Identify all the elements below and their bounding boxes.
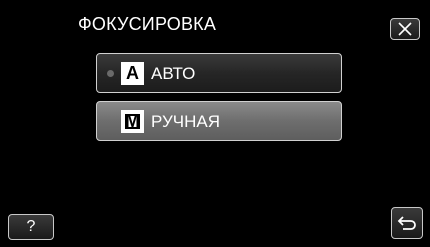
return-icon — [397, 216, 416, 230]
focus-auto-option[interactable]: A АВТО — [96, 53, 342, 93]
close-button[interactable] — [390, 18, 420, 40]
auto-mode-icon: A — [121, 62, 144, 85]
back-button[interactable] — [391, 207, 423, 239]
selection-indicator — [107, 70, 114, 77]
close-icon — [398, 22, 412, 36]
option-label-auto: АВТО — [151, 64, 196, 83]
manual-mode-icon: M — [121, 110, 144, 133]
help-button[interactable]: ? — [8, 214, 54, 240]
page-title: ФОКУСИРОВКА — [78, 14, 217, 34]
option-label-manual: РУЧНАЯ — [151, 112, 220, 131]
focus-manual-option[interactable]: M РУЧНАЯ — [96, 101, 342, 141]
